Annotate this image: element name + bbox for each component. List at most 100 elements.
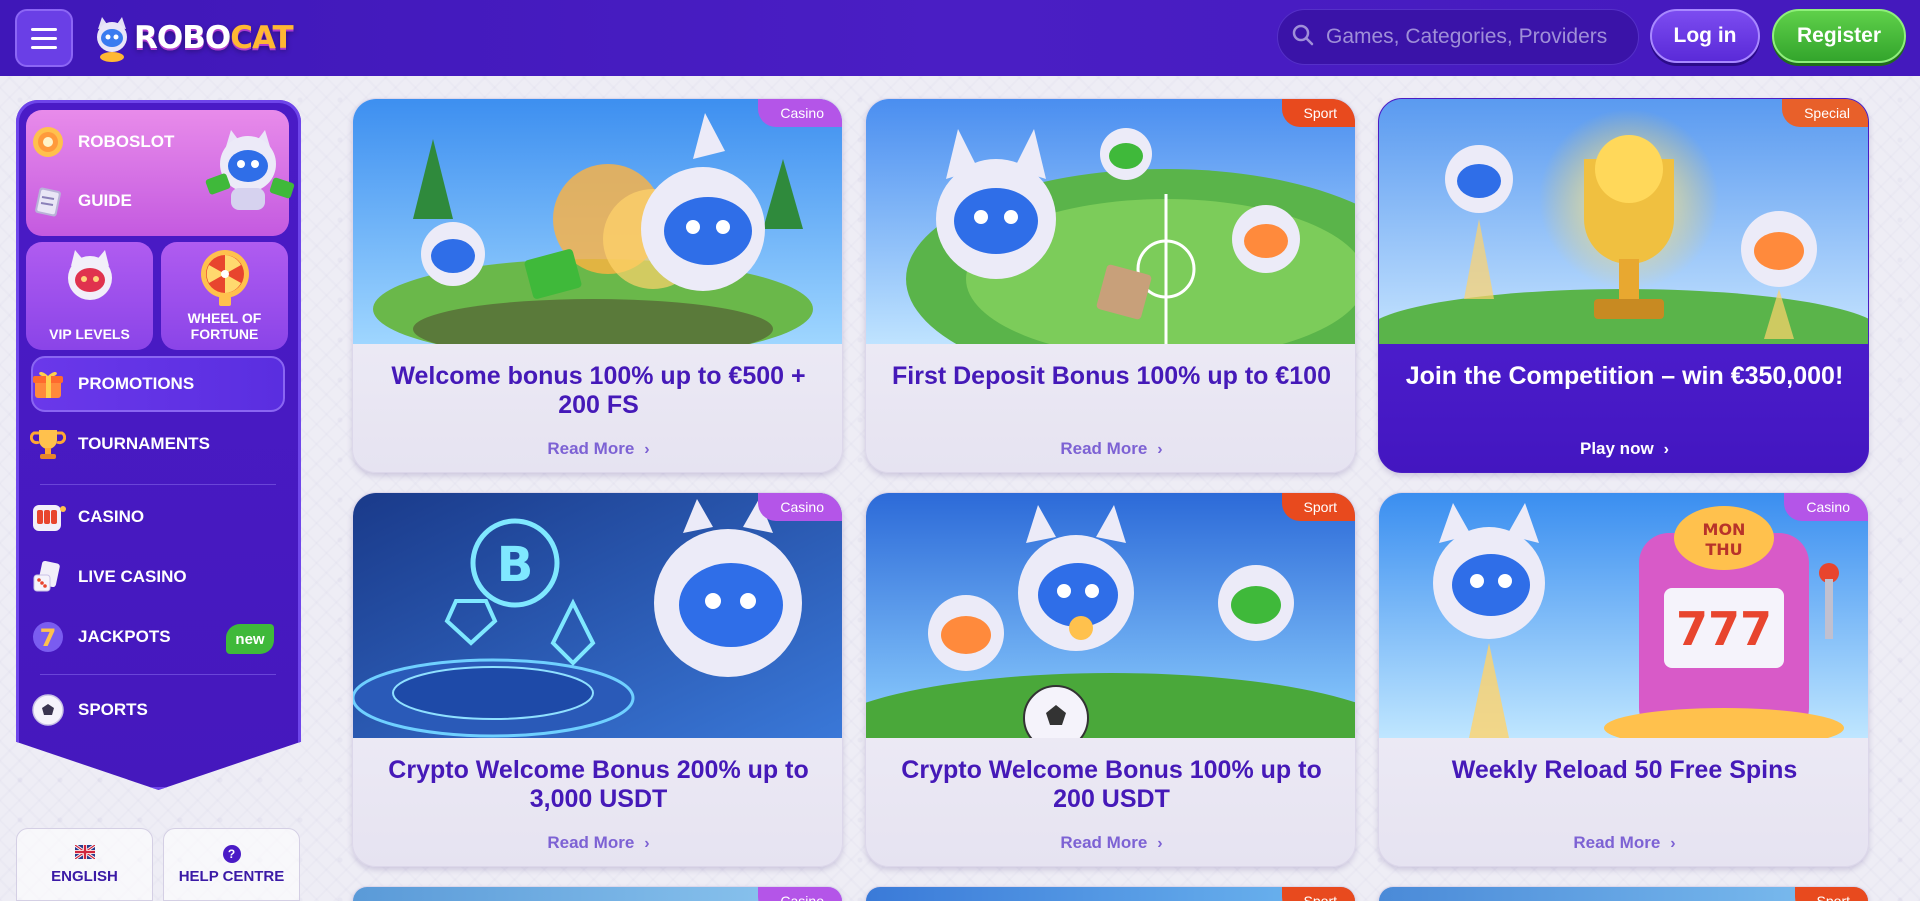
register-button[interactable]: Register <box>1772 9 1906 63</box>
category-tag: Casino <box>758 493 842 521</box>
promo-banner-image <box>866 493 1355 738</box>
link-label: Read More <box>1060 439 1148 458</box>
uk-flag-icon <box>73 843 96 863</box>
promo-card[interactable]: Sport Crypto Welcome Bonus 100% up to 20… <box>865 492 1356 867</box>
tile-label-line1: WHEEL OF <box>187 310 262 326</box>
chevron-right-icon: › <box>1157 441 1163 458</box>
promo-card[interactable]: Casino <box>352 886 843 901</box>
tile-label-line2: FORTUNE <box>190 326 259 342</box>
promo-card[interactable]: Casino Welcome bonus 100% up to €500 + 2… <box>352 98 843 473</box>
category-tag: Sport <box>1794 887 1868 901</box>
promo-banner-image <box>866 99 1355 344</box>
promo-banner-image: B <box>353 493 842 738</box>
guide-book-icon <box>30 183 66 219</box>
tile-label: VIP LEVELS <box>49 326 130 342</box>
logo-wordmark: ROBOCAT <box>134 20 294 56</box>
chevron-right-icon: › <box>1663 441 1669 458</box>
sidebar-item-promotions[interactable]: PROMOTIONS <box>30 366 194 402</box>
sidebar-item-label: LIVE CASINO <box>78 567 187 586</box>
search-icon <box>1292 24 1314 51</box>
gift-icon <box>30 366 66 402</box>
sidebar-item-guide[interactable]: GUIDE <box>30 183 132 219</box>
chevron-right-icon: › <box>644 835 650 852</box>
svg-text:777: 777 <box>1676 602 1772 656</box>
sidebar-item-label: JACKPOTS <box>78 627 171 646</box>
svg-text:MON: MON <box>1703 520 1746 539</box>
category-tag: Casino <box>1784 493 1868 521</box>
sidebar-divider <box>40 484 276 485</box>
sidebar-item-live-casino[interactable]: LIVE CASINO <box>30 559 187 595</box>
help-question-icon: ? <box>222 844 241 863</box>
sidebar-nav: ROBOSLOT GUIDE VIP LEVELS WHEEL OF FORTU… <box>16 100 301 790</box>
read-more-link[interactable]: Read More › <box>353 833 842 853</box>
category-tag: Sport <box>1281 887 1355 901</box>
logo-text-cat: CAT <box>230 20 293 56</box>
read-more-link[interactable]: Read More › <box>1379 833 1868 853</box>
sidebar-item-label: GUIDE <box>78 191 132 210</box>
fortune-wheel-icon <box>197 248 253 311</box>
promo-title: Weekly Reload 50 Free Spins <box>1451 756 1798 784</box>
search-input[interactable] <box>1326 25 1626 49</box>
link-label: Read More <box>547 439 635 458</box>
sidebar-divider <box>40 674 276 675</box>
trophy-icon <box>30 426 66 462</box>
sidebar-item-label: CASINO <box>78 507 145 526</box>
link-label: Play now <box>1579 439 1654 458</box>
category-tag: Casino <box>758 99 842 127</box>
soccer-ball-icon <box>30 692 66 728</box>
promo-title: Join the Competition – win €350,000! <box>1405 362 1844 390</box>
robocat-logo[interactable]: ROBOCAT <box>92 10 294 66</box>
help-centre-button[interactable]: ? HELP CENTRE <box>163 828 300 901</box>
category-tag: Casino <box>758 887 842 901</box>
chevron-right-icon: › <box>1670 835 1676 852</box>
promo-banner-image <box>1379 99 1868 344</box>
login-button[interactable]: Log in <box>1650 9 1760 63</box>
sidebar-item-casino[interactable]: CASINO <box>30 499 144 535</box>
promo-title: First Deposit Bonus 100% up to €100 <box>892 362 1331 390</box>
promo-card[interactable]: Sport First Deposit Bonus 100% up to €10… <box>865 98 1356 473</box>
logo-text-robo: ROBO <box>134 20 231 56</box>
search-bar[interactable] <box>1277 9 1639 65</box>
help-label: HELP CENTRE <box>178 867 285 885</box>
sidebar-item-label: PROMOTIONS <box>78 374 195 393</box>
hamburger-menu-button[interactable] <box>15 9 73 67</box>
sidebar-item-sports[interactable]: SPORTS <box>30 692 148 728</box>
sidebar-item-label: ROBOSLOT <box>78 132 175 151</box>
sidebar-item-label: TOURNAMENTS <box>78 434 210 453</box>
read-more-link[interactable]: Read More › <box>866 439 1355 459</box>
sidebar-item-label: SPORTS <box>78 700 148 719</box>
top-header: ROBOCAT Log in Register <box>0 0 1920 76</box>
promo-card[interactable]: Sport <box>1378 886 1869 901</box>
language-label: ENGLISH <box>51 867 118 885</box>
svg-text:7: 7 <box>40 624 57 652</box>
promo-card[interactable]: 777 MON THU Casino Weekly Reload 50 Free… <box>1378 492 1869 867</box>
slot-machine-icon <box>30 499 66 535</box>
read-more-link[interactable]: Read More › <box>866 833 1355 853</box>
lucky-seven-icon: 7 <box>30 619 66 655</box>
robocat-promo-icon <box>205 130 295 210</box>
link-label: Read More <box>1060 833 1148 852</box>
sidebar-item-roboslot[interactable]: ROBOSLOT <box>30 124 174 160</box>
link-label: Read More <box>1573 833 1661 852</box>
read-more-link[interactable]: Read More › <box>353 439 842 459</box>
chevron-right-icon: › <box>1157 835 1163 852</box>
sidebar-tile-wheel-of-fortune[interactable]: WHEEL OF FORTUNE <box>161 242 288 350</box>
sidebar-item-tournaments[interactable]: TOURNAMENTS <box>30 426 210 462</box>
link-label: Read More <box>547 833 635 852</box>
promo-card[interactable]: Sport <box>865 886 1356 901</box>
play-now-link[interactable]: Play now › <box>1379 439 1868 459</box>
dice-cards-icon <box>30 559 66 595</box>
promo-title: Crypto Welcome Bonus 200% up to 3,000 US… <box>388 756 809 813</box>
language-button[interactable]: ENGLISH <box>16 828 153 901</box>
sidebar-tile-vip-levels[interactable]: VIP LEVELS <box>26 242 153 350</box>
promo-card[interactable]: Special Join the Competition – win €350,… <box>1378 98 1869 473</box>
promo-card[interactable]: B Casino Crypto Welcome Bonus 200% up to… <box>352 492 843 867</box>
robocat-mascot-icon <box>92 15 132 62</box>
sidebar-item-jackpots[interactable]: 7 JACKPOTS <box>30 619 171 655</box>
promo-title: Welcome bonus 100% up to €500 + 200 FS <box>391 362 806 419</box>
menu-bar <box>31 45 57 49</box>
vip-cat-icon <box>59 248 121 309</box>
new-badge: new <box>226 624 274 654</box>
svg-text:B: B <box>497 537 534 593</box>
promo-banner-image: 777 MON THU <box>1379 493 1868 738</box>
